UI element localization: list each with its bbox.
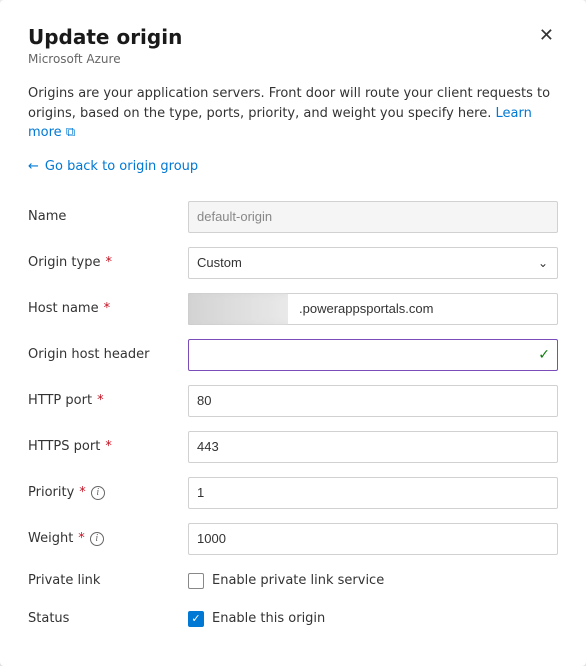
host-name-blur-overlay — [188, 293, 288, 325]
priority-row: Priority * i — [28, 470, 558, 516]
http-port-row: HTTP port * — [28, 378, 558, 424]
weight-input[interactable] — [188, 523, 558, 555]
status-control: Enable this origin — [188, 611, 558, 627]
https-port-input[interactable] — [188, 431, 558, 463]
weight-required: * — [78, 531, 85, 546]
status-checkbox[interactable] — [188, 611, 204, 627]
https-port-row: HTTPS port * — [28, 424, 558, 470]
private-link-checkbox-label[interactable]: Enable private link service — [212, 573, 384, 588]
https-port-required: * — [105, 439, 112, 454]
update-origin-panel: Update origin Microsoft Azure ✕ Origins … — [0, 0, 586, 666]
origin-host-header-input[interactable] — [188, 339, 558, 371]
close-button[interactable]: ✕ — [535, 22, 558, 48]
back-arrow-icon: ← — [28, 159, 39, 174]
priority-label: Priority * i — [28, 485, 188, 500]
panel-title-section: Update origin Microsoft Azure — [28, 24, 182, 80]
origin-host-header-row: Origin host header ✓ — [28, 332, 558, 378]
origin-type-required: * — [105, 255, 112, 270]
priority-required: * — [79, 485, 86, 500]
host-name-wrapper — [188, 293, 558, 325]
check-icon: ✓ — [538, 347, 550, 363]
http-port-input[interactable] — [188, 385, 558, 417]
panel-title: Update origin — [28, 24, 182, 50]
priority-control — [188, 477, 558, 509]
host-name-label: Host name * — [28, 301, 188, 316]
http-port-required: * — [97, 393, 104, 408]
private-link-control: Enable private link service — [188, 573, 558, 589]
origin-type-label: Origin type * — [28, 255, 188, 270]
back-to-origin-group-link[interactable]: ← Go back to origin group — [28, 159, 198, 174]
status-checkbox-label[interactable]: Enable this origin — [212, 611, 325, 626]
panel-subtitle: Microsoft Azure — [28, 52, 182, 66]
weight-label: Weight * i — [28, 531, 188, 546]
name-input[interactable] — [188, 201, 558, 233]
origin-type-row: Origin type * Custom Storage Cloud Servi… — [28, 240, 558, 286]
https-port-control — [188, 431, 558, 463]
name-label: Name — [28, 209, 188, 224]
http-port-label: HTTP port * — [28, 393, 188, 408]
status-row: Status Enable this origin — [28, 600, 558, 638]
external-link-icon: ⧉ — [66, 125, 75, 140]
private-link-label: Private link — [28, 573, 188, 588]
host-name-required: * — [104, 301, 111, 316]
private-link-checkbox[interactable] — [188, 573, 204, 589]
origin-host-header-wrapper: ✓ — [188, 339, 558, 371]
origin-type-control: Custom Storage Cloud Service Web App ⌄ — [188, 247, 558, 279]
priority-info-icon[interactable]: i — [91, 486, 105, 500]
priority-input[interactable] — [188, 477, 558, 509]
name-control — [188, 201, 558, 233]
panel-header: Update origin Microsoft Azure ✕ — [28, 24, 558, 80]
status-checkbox-row: Enable this origin — [188, 611, 558, 627]
origin-host-header-label: Origin host header — [28, 347, 188, 362]
name-row: Name — [28, 194, 558, 240]
status-label: Status — [28, 611, 188, 626]
host-name-row: Host name * — [28, 286, 558, 332]
private-link-checkbox-row: Enable private link service — [188, 573, 558, 589]
https-port-label: HTTPS port * — [28, 439, 188, 454]
http-port-control — [188, 385, 558, 417]
weight-info-icon[interactable]: i — [90, 532, 104, 546]
weight-control — [188, 523, 558, 555]
host-name-control — [188, 293, 558, 325]
description-text: Origins are your application servers. Fr… — [28, 84, 558, 143]
origin-type-select[interactable]: Custom Storage Cloud Service Web App — [188, 247, 558, 279]
origin-host-header-control: ✓ — [188, 339, 558, 371]
private-link-row: Private link Enable private link service — [28, 562, 558, 600]
weight-row: Weight * i — [28, 516, 558, 562]
origin-type-select-wrapper: Custom Storage Cloud Service Web App ⌄ — [188, 247, 558, 279]
